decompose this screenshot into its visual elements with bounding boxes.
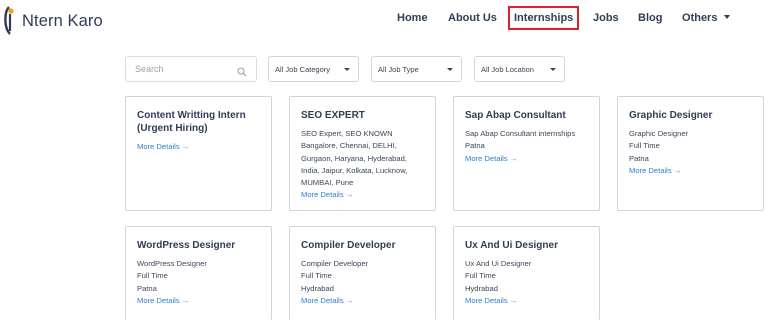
- job-card-body: Ux And Ui Designer Full Time Hydrabad Mo…: [465, 258, 588, 307]
- job-card: Sap Abap Consultant Sap Abap Consultant …: [453, 96, 600, 211]
- nav-blog[interactable]: Blog: [638, 12, 662, 24]
- search-icon[interactable]: [237, 64, 247, 82]
- job-card-body: More Details →: [137, 141, 260, 153]
- job-card: SEO EXPERT SEO Expert, SEO KNOWN Bangalo…: [289, 96, 436, 211]
- job-type-value: All Job Type: [378, 64, 419, 74]
- job-card-line: SEO Expert, SEO KNOWN Bangalore, Chennai…: [301, 129, 408, 188]
- logo-text: Ntern Karo: [22, 11, 103, 30]
- job-card-title: Content Writting Intern (Urgent Hiring): [137, 110, 246, 134]
- search-input[interactable]: [135, 64, 231, 74]
- job-card-body: WordPress Designer Full Time Patna More …: [137, 258, 260, 307]
- nav-internships[interactable]: Internships: [507, 6, 580, 30]
- job-card-title: Compiler Developer: [301, 240, 396, 251]
- nav-about-us[interactable]: About Us: [448, 12, 497, 24]
- logo-mark-icon: [3, 4, 21, 38]
- job-card-line: Compiler Developer: [301, 259, 369, 268]
- job-card-line: Full Time: [137, 271, 168, 281]
- job-card: WordPress Designer WordPress Designer Fu…: [125, 226, 272, 320]
- job-card-line: Full Time: [301, 271, 332, 281]
- job-card: Content Writting Intern (Urgent Hiring) …: [125, 96, 272, 211]
- job-category-value: All Job Category: [275, 64, 331, 74]
- job-card: Graphic Designer Graphic Designer Full T…: [617, 96, 764, 211]
- more-details-link[interactable]: More Details →: [137, 295, 260, 307]
- nav-others[interactable]: Others: [682, 12, 731, 24]
- nav-jobs[interactable]: Jobs: [593, 12, 619, 24]
- job-card-body: Sap Abap Consultant internships Patna Mo…: [465, 128, 588, 165]
- job-card-title: SEO EXPERT: [301, 110, 365, 121]
- job-card-body: SEO Expert, SEO KNOWN Bangalore, Chennai…: [301, 128, 424, 202]
- job-card-title: WordPress Designer: [137, 240, 236, 251]
- job-card-title: Ux And Ui Designer: [465, 240, 558, 251]
- job-card-line: Graphic Designer: [629, 129, 689, 138]
- chevron-down-icon: [724, 15, 731, 19]
- more-details-link[interactable]: More Details →: [137, 141, 260, 153]
- more-details-link[interactable]: More Details →: [301, 189, 424, 201]
- more-details-link[interactable]: More Details →: [629, 165, 752, 177]
- job-card-line: Hydrabad: [301, 283, 334, 293]
- nav-others-label: Others: [682, 12, 718, 24]
- job-card-line: Full Time: [465, 271, 496, 281]
- job-category-select[interactable]: All Job Category: [268, 56, 359, 82]
- chevron-down-icon: [550, 68, 556, 71]
- more-details-link[interactable]: More Details →: [465, 295, 588, 307]
- job-location-value: All Job Location: [481, 64, 534, 74]
- job-card-title: Sap Abap Consultant: [465, 110, 566, 121]
- job-card: Ux And Ui Designer Ux And Ui Designer Fu…: [453, 226, 600, 320]
- more-details-link[interactable]: More Details →: [465, 153, 588, 165]
- job-card-line: Patna: [629, 153, 649, 163]
- job-card-body: Compiler Developer Full Time Hydrabad Mo…: [301, 258, 424, 307]
- site-logo[interactable]: Ntern Karo: [3, 4, 103, 38]
- job-card-line: Sap Abap Consultant internships: [465, 129, 576, 138]
- job-card-line: Hydrabad: [465, 283, 498, 293]
- job-card-body: Graphic Designer Full Time Patna More De…: [629, 128, 752, 177]
- more-details-link[interactable]: More Details →: [301, 295, 424, 307]
- job-card-line: WordPress Designer: [137, 259, 207, 268]
- chevron-down-icon: [344, 68, 350, 71]
- job-card-title: Graphic Designer: [629, 110, 713, 121]
- job-card: Compiler Developer Compiler Developer Fu…: [289, 226, 436, 320]
- job-card-line: Patna: [137, 283, 157, 293]
- job-card-line: Full Time: [629, 141, 660, 151]
- chevron-down-icon: [447, 68, 453, 71]
- nav-home[interactable]: Home: [397, 12, 428, 24]
- job-type-select[interactable]: All Job Type: [371, 56, 462, 82]
- job-card-line: Patna: [465, 141, 485, 151]
- search-box: [125, 56, 257, 82]
- job-card-line: Ux And Ui Designer: [465, 259, 532, 268]
- job-location-select[interactable]: All Job Location: [474, 56, 565, 82]
